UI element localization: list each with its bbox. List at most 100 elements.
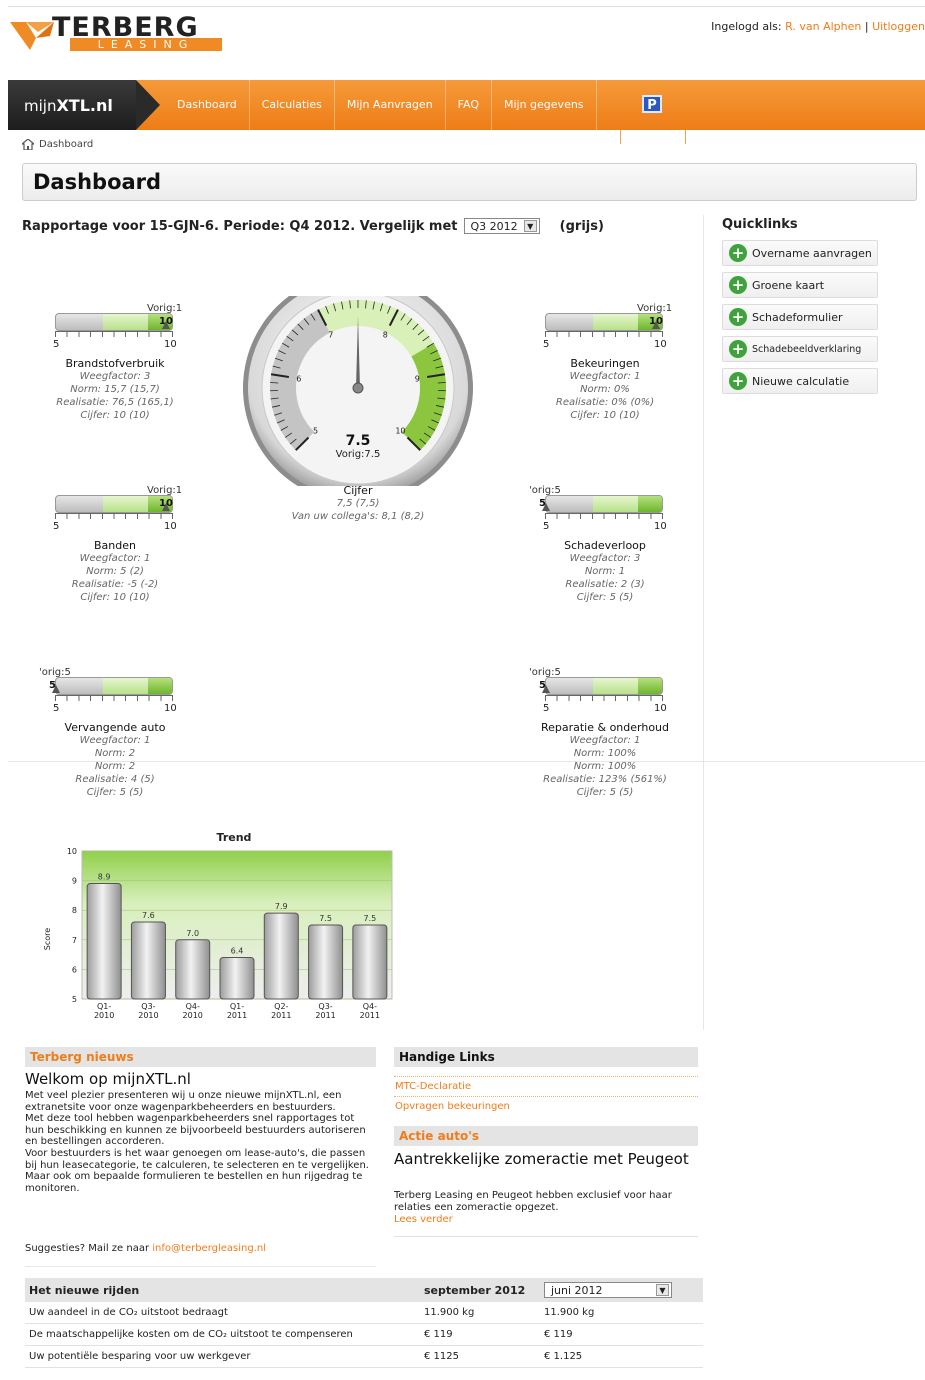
trend-category-label: Q3-2011 (315, 1002, 335, 1020)
trend-bar-label: 7.9 (275, 902, 288, 911)
gauge-min-label: 5 (543, 703, 550, 714)
main-gauge-name: Cijfer (343, 484, 373, 497)
compare-period-select[interactable]: Q3 2012 ▼ (463, 218, 540, 234)
brand-home-link[interactable]: mijnXTL.nl (8, 80, 136, 130)
gauge-marker (652, 321, 660, 329)
gauge-ticks (55, 513, 173, 519)
login-separator: | (864, 20, 869, 33)
links-header: Handige Links (394, 1047, 698, 1067)
login-prefix: Ingelogd als: (711, 20, 782, 33)
top-divider (8, 6, 925, 7)
gauge-ticks (545, 331, 663, 337)
page-title: Dashboard (33, 170, 162, 194)
parking-icon[interactable]: P (642, 95, 662, 113)
news-divider (25, 1266, 376, 1267)
gauge-name: Banden (94, 539, 136, 552)
lees-verder-link[interactable]: Lees verder (394, 1214, 694, 1226)
trend-category-label: Q4-2010 (183, 1002, 203, 1020)
plus-icon: + (729, 276, 747, 294)
nav-item-faq[interactable]: FAQ (446, 80, 492, 130)
quicklink-groene-kaart[interactable]: + Groene kaart (722, 272, 878, 298)
gauge-detail: Cijfer: 10 (10) (80, 592, 150, 603)
trend-bar-label: 7.5 (363, 914, 376, 923)
gauge-min-label: 5 (53, 339, 60, 350)
gauge-marker (542, 685, 550, 693)
login-status: Ingelogd als: R. van Alphen | Uitloggen (711, 20, 925, 33)
quicklink-schadebeeldverklaring[interactable]: + Schadebeeldverklaring (722, 336, 878, 362)
trend-ytick: 8 (72, 906, 77, 915)
nieuwe-rijden-table: Het nieuwe rijden september 2012 juni 20… (25, 1278, 703, 1368)
home-icon[interactable] (22, 139, 34, 150)
gauge-tick-label: 8 (383, 331, 388, 340)
nav-item-calculaties[interactable]: Calculaties (250, 80, 335, 130)
gauge-value: 7.5 (346, 433, 371, 449)
gauge-tick-label: 6 (296, 375, 301, 384)
terberg-logo-icon (10, 22, 54, 50)
actie-title: Aantrekkelijke zomeractie met Peugeot (394, 1150, 689, 1168)
gauge-max-label: 10 (164, 521, 177, 532)
trend-bar (308, 924, 344, 1000)
trend-bar (86, 883, 122, 1000)
nav-item-dashboard[interactable]: Dashboard (165, 80, 250, 130)
chevron-down-icon: ▼ (523, 220, 537, 232)
logout-link[interactable]: Uitloggen (872, 20, 925, 33)
trend-ylabel: Score (43, 928, 52, 950)
table-col-september: september 2012 (420, 1278, 540, 1302)
gauge-max-label: 10 (654, 339, 667, 350)
gauge-detail: Norm: 100% (573, 761, 637, 772)
trend-bar (175, 939, 211, 1000)
plus-icon: + (729, 244, 747, 262)
news-paragraph: Voor bestuurders is het waar genoegen om… (25, 1147, 369, 1194)
gauge-marker (162, 503, 170, 511)
gauge-detail: Norm: 2 (94, 748, 136, 759)
actie-divider (394, 1236, 698, 1237)
gauge-bar (55, 677, 173, 695)
trend-title: Trend (217, 831, 252, 844)
quicklink-schadeformulier[interactable]: + Schadeformulier (722, 304, 878, 330)
gauge-bar (55, 313, 173, 331)
gauge-tick-label: 5 (313, 426, 318, 435)
trend-bar-label: 8.9 (98, 873, 111, 882)
trend-category-label: Q1-2011 (227, 1002, 247, 1020)
nav-item-mijn-aanvragen[interactable]: Mijn Aanvragen (335, 80, 446, 130)
trend-bar-label: 7.0 (186, 929, 199, 938)
main-gauge-line2: Van uw collega's: 8,1 (8,2) (291, 511, 425, 522)
gauge-needle-hub (352, 382, 364, 394)
gauge-info: Reparatie & onderhoud Weegfactor: 1 Norm: … (525, 721, 685, 799)
trend-ytick: 10 (67, 847, 77, 856)
gauge-marker (542, 503, 550, 511)
gauge-ticks (55, 331, 173, 337)
trend-category-label: Q1-2010 (94, 1002, 114, 1020)
logo-subtitle: LEASING (70, 38, 222, 51)
table-header: Het nieuwe rijden (25, 1278, 420, 1302)
user-link[interactable]: R. van Alphen (785, 20, 861, 33)
nav-item-mijn-gegevens[interactable]: Mijn gegevens (492, 80, 597, 130)
trend-ytick: 5 (72, 995, 77, 1004)
gauge-max-label: 10 (654, 521, 667, 532)
compare-month-select[interactable]: juni 2012 ▼ (544, 1282, 672, 1298)
gauge-detail: Weegfactor: 1 (79, 553, 151, 564)
gauge-info: Bekeuringen Weegfactor: 1 Norm: 0% Realisat… (525, 357, 685, 422)
email-link[interactable]: info@terbergleasing.nl (152, 1243, 266, 1254)
plus-icon: + (729, 372, 747, 390)
trend-bar (219, 957, 255, 1000)
gauge-tick (437, 382, 446, 384)
main-score-gauge: 5 6 7 8 9 10 7.5 Vorig:7.5 (243, 296, 473, 486)
quicklink-overname-aanvragen[interactable]: + Overname aanvragen (722, 240, 878, 266)
report-line: Rapportage voor 15-GJN-6. Periode: Q4 20… (22, 218, 604, 234)
link-mtc-declaratie[interactable]: MTC-Declaratie (394, 1076, 698, 1096)
news-paragraph: Met veel plezier presenteren wij u onze … (25, 1090, 342, 1113)
gauge-ticks (545, 695, 663, 701)
quicklink-nieuwe-calculatie[interactable]: + Nieuwe calculatie (722, 368, 878, 394)
breadcrumb-dashboard[interactable]: Dashboard (39, 139, 93, 150)
gauge-name: Vervangende auto (64, 721, 166, 734)
trend-bar (352, 924, 388, 1000)
gauge-min-label: 5 (543, 521, 550, 532)
gauge-bar (545, 313, 663, 331)
gauge-detail: Weegfactor: 1 (569, 371, 641, 382)
gauge-name: Bekeuringen (570, 357, 640, 370)
gauge-detail: Weegfactor: 3 (569, 553, 641, 564)
gauge-info: Banden Weegfactor: 1 Norm: 5 (2) Realisatie… (35, 539, 195, 604)
link-opvragen-bekeuringen[interactable]: Opvragen bekeuringen (394, 1096, 698, 1116)
actie-body: Terberg Leasing en Peugeot hebben exclus… (394, 1190, 694, 1226)
